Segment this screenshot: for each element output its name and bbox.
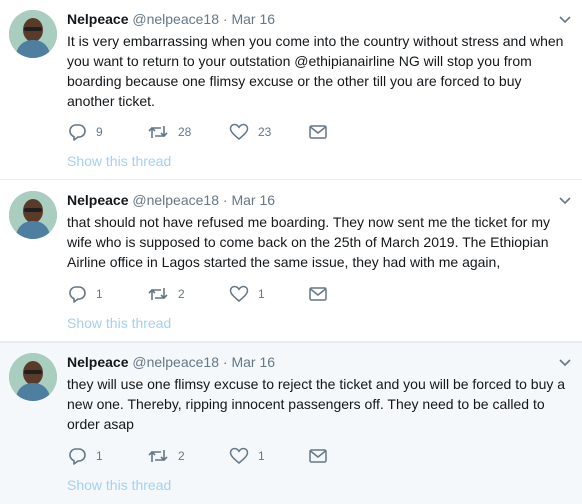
tweet-header: Nelpeace @nelpeace18 · Mar 16 <box>67 10 552 28</box>
reply-icon <box>67 447 87 465</box>
tweet-header: Nelpeace @nelpeace18 · Mar 16 <box>67 191 552 209</box>
heart-icon <box>229 123 249 141</box>
envelope-icon <box>309 449 327 463</box>
like-button[interactable]: 1 <box>229 446 265 466</box>
retweet-icon <box>147 286 169 302</box>
retweet-count: 28 <box>178 125 192 139</box>
separator: · <box>222 192 228 208</box>
like-button[interactable]: 1 <box>229 284 265 304</box>
retweet-button[interactable]: 28 <box>147 122 191 142</box>
author-handle[interactable]: @nelpeace18 <box>132 192 219 208</box>
avatar[interactable] <box>9 191 57 239</box>
tweet-actions: 1 2 1 <box>67 284 367 304</box>
message-button[interactable] <box>309 284 327 304</box>
reply-count: 1 <box>96 449 103 463</box>
reply-count: 9 <box>96 125 103 139</box>
author-name[interactable]: Nelpeace <box>67 354 128 370</box>
retweet-count: 2 <box>178 287 185 301</box>
avatar[interactable] <box>9 353 57 401</box>
show-thread-link[interactable]: Show this thread <box>67 477 171 493</box>
separator: · <box>222 354 228 370</box>
tweet-date[interactable]: Mar 16 <box>231 354 275 370</box>
show-thread-link[interactable]: Show this thread <box>67 153 171 169</box>
envelope-icon <box>309 125 327 139</box>
message-button[interactable] <box>309 446 327 466</box>
tweet[interactable]: Nelpeace @nelpeace18 · Mar 16 that shoul… <box>0 181 582 342</box>
tweet-text: they will use one flimsy excuse to rejec… <box>67 376 566 432</box>
reply-button[interactable]: 9 <box>67 122 103 142</box>
like-count: 1 <box>258 449 265 463</box>
heart-icon <box>229 285 249 303</box>
tweet-feed: Nelpeace @nelpeace18 · Mar 16 It is very… <box>0 0 582 504</box>
tweet-actions: 1 2 1 <box>67 446 367 466</box>
tweet-date[interactable]: Mar 16 <box>231 192 275 208</box>
retweet-button[interactable]: 2 <box>147 446 185 466</box>
heart-icon <box>229 447 249 465</box>
reply-button[interactable]: 1 <box>67 284 103 304</box>
reply-icon <box>67 123 87 141</box>
retweet-icon <box>147 124 169 140</box>
message-button[interactable] <box>309 122 327 142</box>
reply-button[interactable]: 1 <box>67 446 103 466</box>
chevron-down-icon[interactable] <box>558 193 572 205</box>
reply-count: 1 <box>96 287 103 301</box>
chevron-down-icon[interactable] <box>558 12 572 24</box>
separator: · <box>222 11 228 27</box>
retweet-icon <box>147 448 169 464</box>
retweet-count: 2 <box>178 449 185 463</box>
show-thread-link[interactable]: Show this thread <box>67 315 171 331</box>
retweet-button[interactable]: 2 <box>147 284 185 304</box>
like-button[interactable]: 23 <box>229 122 271 142</box>
author-name[interactable]: Nelpeace <box>67 192 128 208</box>
tweet-text: It is very embarrassing when you come in… <box>67 33 564 109</box>
tweet-text: that should not have refused me boarding… <box>67 214 551 270</box>
reply-icon <box>67 285 87 303</box>
like-count: 1 <box>258 287 265 301</box>
tweet[interactable]: Nelpeace @nelpeace18 · Mar 16 It is very… <box>0 0 582 180</box>
chevron-down-icon[interactable] <box>558 355 572 367</box>
author-handle[interactable]: @nelpeace18 <box>132 11 219 27</box>
avatar[interactable] <box>9 10 57 58</box>
tweet-highlighted[interactable]: Nelpeace @nelpeace18 · Mar 16 they will … <box>0 342 582 504</box>
author-handle[interactable]: @nelpeace18 <box>132 354 219 370</box>
author-name[interactable]: Nelpeace <box>67 11 128 27</box>
tweet-header: Nelpeace @nelpeace18 · Mar 16 <box>67 353 552 371</box>
tweet-date[interactable]: Mar 16 <box>231 11 275 27</box>
envelope-icon <box>309 287 327 301</box>
tweet-actions: 9 28 23 <box>67 122 367 142</box>
like-count: 23 <box>258 125 272 139</box>
